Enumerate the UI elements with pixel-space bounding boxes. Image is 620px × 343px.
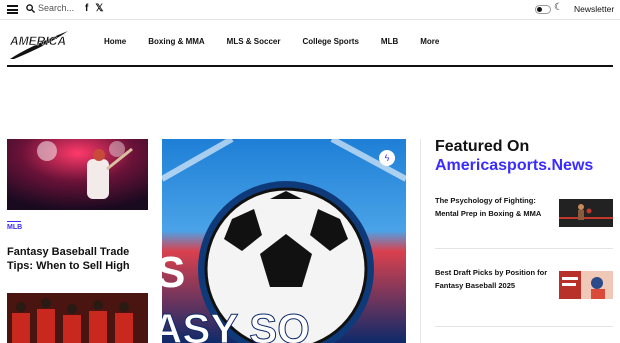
boxing-thumbnail[interactable] [559, 199, 613, 227]
category-badge[interactable]: MLB [7, 224, 22, 231]
moon-icon[interactable]: ☾ [554, 2, 563, 13]
team-celebration-image[interactable] [7, 293, 148, 343]
featured-item-3-cutoff[interactable] [435, 338, 535, 343]
featured-soccer-image[interactable]: S ASY SO [162, 139, 406, 343]
facebook-icon[interactable]: f [85, 3, 88, 14]
nav-more[interactable]: More [420, 37, 439, 46]
svg-text:AMERICA: AMERICA [9, 34, 66, 48]
baseball-player-image[interactable] [7, 139, 148, 210]
top-bar: Search... f 𝕏 ☾ Newsletter [0, 0, 620, 19]
svg-text:S: S [162, 248, 185, 297]
column-divider [420, 139, 421, 343]
fantasy-baseball-thumbnail[interactable] [559, 271, 613, 299]
nav-boxing-mma[interactable]: Boxing & MMA [148, 37, 204, 46]
search-input[interactable]: Search... [26, 3, 74, 13]
featured-item-2[interactable]: Best Draft Picks by Position for Fantasy… [435, 266, 553, 292]
featured-separator [435, 326, 613, 327]
nav-home[interactable]: Home [104, 37, 126, 46]
site-logo[interactable]: AMERICA [8, 25, 70, 61]
svg-text:ASY SO: ASY SO [162, 305, 310, 343]
nav-college-sports[interactable]: College Sports [302, 37, 358, 46]
divider [0, 19, 620, 20]
nav-mlb[interactable]: MLB [381, 37, 398, 46]
newsletter-link[interactable]: Newsletter [574, 4, 614, 14]
main-nav: Home Boxing & MMA MLS & Soccer College S… [104, 37, 461, 46]
search-icon [26, 3, 35, 13]
article-headline[interactable]: Fantasy Baseball Trade Tips: When to Sel… [7, 245, 147, 273]
social-links: f 𝕏 [85, 3, 103, 14]
featured-site-link[interactable]: Americasports.News [435, 157, 593, 175]
dark-mode-toggle[interactable] [535, 5, 551, 14]
featured-separator [435, 248, 613, 249]
featured-title: Featured On [435, 138, 530, 155]
menu-icon[interactable] [7, 5, 18, 14]
x-twitter-icon[interactable]: 𝕏 [95, 3, 103, 14]
lightning-icon: ϟ [379, 150, 395, 166]
search-placeholder: Search... [38, 3, 75, 13]
header-rule [7, 65, 613, 67]
category-rule [7, 221, 21, 222]
featured-item-1[interactable]: The Psychology of Fighting: Mental Prep … [435, 194, 553, 220]
nav-mls-soccer[interactable]: MLS & Soccer [227, 37, 281, 46]
